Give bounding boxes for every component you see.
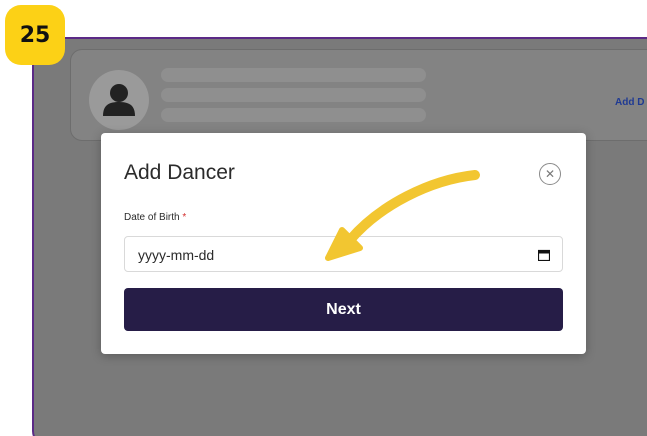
required-marker: * [182, 212, 187, 223]
date-placeholder: yyyy-mm-dd [138, 247, 215, 263]
calendar-icon[interactable] [538, 249, 550, 261]
add-dancer-link[interactable]: Add D [615, 97, 644, 108]
step-number: 25 [19, 22, 51, 48]
field-label-text: Date of Birth [124, 212, 180, 223]
skeleton-line [161, 88, 426, 102]
skeleton-line [161, 68, 426, 82]
user-icon [103, 84, 135, 116]
step-number-badge: 25 [5, 5, 65, 65]
annotation-arrow-icon [325, 170, 480, 261]
next-button[interactable]: Next [124, 288, 563, 331]
close-icon: ✕ [544, 167, 556, 181]
profile-card: Add D [70, 49, 647, 141]
modal-title: Add Dancer [124, 161, 235, 184]
avatar [89, 70, 149, 130]
close-button[interactable]: ✕ [539, 163, 561, 185]
date-of-birth-label: Date of Birth * [124, 212, 186, 223]
skeleton-line [161, 108, 426, 122]
